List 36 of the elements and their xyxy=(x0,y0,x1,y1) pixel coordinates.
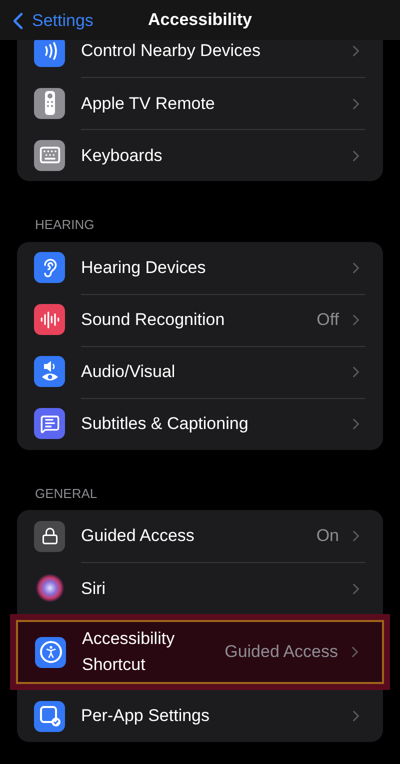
settings-row[interactable]: Subtitles & Captioning xyxy=(17,398,383,450)
back-button[interactable]: Settings xyxy=(0,7,94,35)
keyboard-icon xyxy=(38,144,60,166)
settings-row[interactable]: Hearing Devices xyxy=(17,242,383,294)
section-header: HEARING xyxy=(34,216,96,234)
row-label: Control Nearby Devices xyxy=(81,40,261,62)
settings-row[interactable]: Sound Recognition Off xyxy=(17,294,383,346)
siri-orb-icon xyxy=(34,573,64,603)
row-value: On xyxy=(316,525,339,548)
section-header: GENERAL xyxy=(34,484,98,502)
page-title: Accessibility xyxy=(148,9,252,32)
settings-row[interactable]: Keyboards xyxy=(17,129,383,181)
row-label: Audio/Visual xyxy=(81,361,176,384)
settings-row[interactable]: Guided Access On xyxy=(17,510,383,562)
settings-row[interactable]: Control Nearby Devices xyxy=(17,40,383,77)
caption-bubble-icon xyxy=(40,414,60,434)
row-label: Per-App Settings xyxy=(81,705,210,728)
row-label: Keyboards xyxy=(81,144,162,167)
row-label: Hearing Devices xyxy=(81,256,206,279)
row-label: Sound Recognition xyxy=(81,309,225,332)
accessibility-icon xyxy=(40,641,62,663)
speaker-eye-icon xyxy=(40,360,60,382)
audio-lines-icon xyxy=(40,310,60,330)
row-value: Off xyxy=(316,309,339,332)
settings-row[interactable]: Apple TV Remote xyxy=(17,77,383,129)
settings-row[interactable]: Per-App Settings xyxy=(17,690,383,742)
row-label: Apple TV Remote xyxy=(81,92,215,115)
row-value: Guided Access xyxy=(224,641,338,664)
row-label: Accessibility Shortcut xyxy=(82,628,176,676)
settings-row[interactable]: Audio/Visual xyxy=(17,346,383,398)
row-label: Subtitles & Captioning xyxy=(81,413,248,436)
row-label: Siri xyxy=(81,578,106,600)
lock-icon xyxy=(40,527,58,545)
remote-icon xyxy=(44,91,56,115)
square-check-icon xyxy=(38,705,60,727)
row-label: Guided Access xyxy=(81,525,194,548)
